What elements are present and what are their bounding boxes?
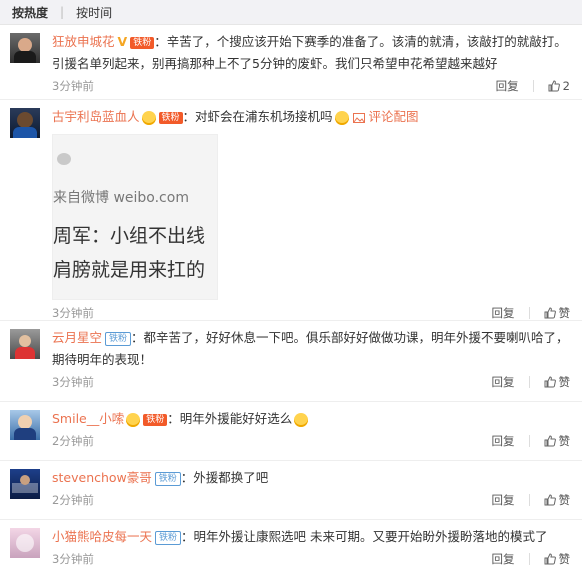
comment-meta: 3分钟前 回复 2: [52, 75, 570, 97]
comment-text: ：明年外援让康熙选吧 未来可期。又要开始盼外援盼落地的模式了: [181, 529, 548, 544]
comment-body: 小猫熊哈皮每一天 铁粉 ：明年外援让康熙选吧 未来可期。又要开始盼外援盼落地的模式了: [52, 526, 570, 548]
avatar[interactable]: [10, 33, 40, 63]
verified-v-icon: V: [117, 34, 128, 49]
comment-item: 小猫熊哈皮每一天 铁粉 ：明年外援让康熙选吧 未来可期。又要开始盼外援盼落地的模式了…: [0, 520, 582, 576]
comment-meta: 3分钟前 回复 赞: [52, 548, 570, 570]
emoji-icon: [334, 110, 349, 125]
fan-badge[interactable]: 铁粉: [154, 471, 181, 486]
username[interactable]: Smile__小嗦: [52, 411, 124, 426]
divider: [528, 307, 530, 319]
reply-button[interactable]: 回复: [492, 305, 515, 321]
image-text-line: 来自微博 weibo.com: [53, 190, 189, 206]
divider: [528, 435, 530, 447]
avatar[interactable]: [10, 329, 40, 359]
divider: [532, 80, 534, 92]
username[interactable]: 小猫熊哈皮每一天: [52, 529, 152, 544]
divider: [528, 553, 530, 565]
comment-text: ：对虾会在浦东机场接机吗: [182, 109, 333, 124]
fan-badge[interactable]: 铁粉: [158, 111, 183, 124]
fan-badge[interactable]: 铁粉: [105, 331, 132, 346]
comment-time: 2分钟前: [52, 493, 94, 507]
comment-time: 3分钟前: [52, 552, 94, 566]
comment-text: ：明年外援能好好选么: [167, 411, 293, 426]
image-text-line: 周军：小组不出线: [53, 225, 206, 247]
tab-by-time[interactable]: 按时间: [76, 4, 112, 21]
like-button[interactable]: 赞: [544, 433, 571, 449]
reply-button[interactable]: 回复: [496, 78, 519, 94]
like-label: 赞: [558, 434, 571, 448]
emoji-icon: [126, 412, 141, 427]
image-text-line: 肩膀就是用来扛的: [53, 259, 206, 281]
comment-meta: 2分钟前 回复 赞: [52, 430, 570, 452]
thumbs-up-icon: [544, 435, 556, 447]
comment-item: Smile__小嗦 铁粉 ：明年外援能好好选么 2分钟前 回复 赞: [0, 402, 582, 461]
avatar[interactable]: [10, 410, 40, 440]
comment-body: 古宇利岛蓝血人 铁粉 ：对虾会在浦东机场接机吗 评论配图: [52, 106, 570, 128]
like-button[interactable]: 赞: [544, 492, 571, 508]
comment-meta: 2分钟前 回复 赞: [52, 489, 570, 511]
divider: [528, 494, 530, 506]
emoji-icon: [294, 412, 309, 427]
comment-time: 2分钟前: [52, 434, 94, 448]
tab-separator: |: [60, 5, 65, 19]
like-button[interactable]: 赞: [544, 551, 571, 567]
emoji-icon: [141, 110, 156, 125]
comment-item: 云月星空 铁粉 ：都辛苦了，好好休息一下吧。俱乐部好好做做功课，明年外援不要喇叭哈了…: [0, 321, 582, 402]
thumbs-up-icon: [544, 553, 556, 565]
like-button[interactable]: 2: [548, 79, 570, 93]
comment-body: Smile__小嗦 铁粉 ：明年外援能好好选么: [52, 408, 570, 430]
comment-text: ：辛苦了，个搜应该开始下赛季的准备了。该清的就清，该敲打的就敲打。引援名单列起来…: [52, 34, 567, 71]
thumbs-up-icon: [544, 307, 556, 319]
divider: [528, 376, 530, 388]
comment-body: stevenchow豪哥 铁粉 ：外援都换了吧: [52, 467, 570, 489]
like-label: 赞: [558, 493, 571, 507]
image-icon: [352, 112, 365, 123]
comment-time: 3分钟前: [52, 306, 94, 320]
like-count: 2: [562, 79, 570, 93]
comment-item: 狂放申城花 V 铁粉 ：辛苦了，个搜应该开始下赛季的准备了。该清的就清，该敲打的就敲打…: [0, 25, 582, 100]
username[interactable]: stevenchow豪哥: [52, 470, 152, 485]
comment-body: 狂放申城花 V 铁粉 ：辛苦了，个搜应该开始下赛季的准备了。该清的就清，该敲打的就敲打…: [52, 31, 570, 75]
comment-time: 3分钟前: [52, 375, 94, 389]
comment-image[interactable]: 来自微博 weibo.com 周军：小组不出线 肩膀就是用来扛的: [52, 134, 218, 300]
reply-button[interactable]: 回复: [492, 551, 515, 567]
comment-image-link[interactable]: 评论配图: [352, 109, 419, 124]
username[interactable]: 狂放申城花: [52, 34, 115, 49]
fan-badge[interactable]: 铁粉: [155, 530, 182, 545]
fan-badge[interactable]: 铁粉: [143, 413, 168, 426]
tab-by-hot[interactable]: 按热度: [12, 4, 48, 21]
weibo-logo-icon: [57, 153, 71, 165]
reply-button[interactable]: 回复: [492, 492, 515, 508]
thumbs-up-icon: [544, 376, 556, 388]
like-label: 赞: [558, 306, 571, 320]
reply-button[interactable]: 回复: [492, 433, 515, 449]
like-label: 赞: [558, 552, 571, 566]
avatar[interactable]: [10, 528, 40, 558]
comment-text: ：外援都换了吧: [180, 470, 269, 485]
fan-badge[interactable]: 铁粉: [130, 36, 155, 49]
like-button[interactable]: 赞: [544, 305, 571, 321]
like-label: 赞: [558, 375, 571, 389]
avatar[interactable]: [10, 108, 40, 138]
comment-item: 古宇利岛蓝血人 铁粉 ：对虾会在浦东机场接机吗 评论配图 来自微博 weibo.co…: [0, 100, 582, 321]
like-button[interactable]: 赞: [544, 374, 571, 390]
username[interactable]: 古宇利岛蓝血人: [52, 109, 140, 124]
comment-meta: 3分钟前 回复 赞: [52, 371, 570, 393]
comment-body: 云月星空 铁粉 ：都辛苦了，好好休息一下吧。俱乐部好好做做功课，明年外援不要喇叭哈了…: [52, 327, 570, 371]
comment-time: 3分钟前: [52, 79, 94, 93]
thumbs-up-icon: [548, 80, 560, 92]
thumbs-up-icon: [544, 494, 556, 506]
avatar[interactable]: [10, 469, 40, 499]
image-link-label: 评论配图: [368, 109, 419, 124]
sort-tabs: 按热度 | 按时间: [0, 0, 582, 25]
comment-item: stevenchow豪哥 铁粉 ：外援都换了吧 2分钟前 回复 赞: [0, 461, 582, 520]
username[interactable]: 云月星空: [52, 330, 102, 345]
reply-button[interactable]: 回复: [492, 374, 515, 390]
